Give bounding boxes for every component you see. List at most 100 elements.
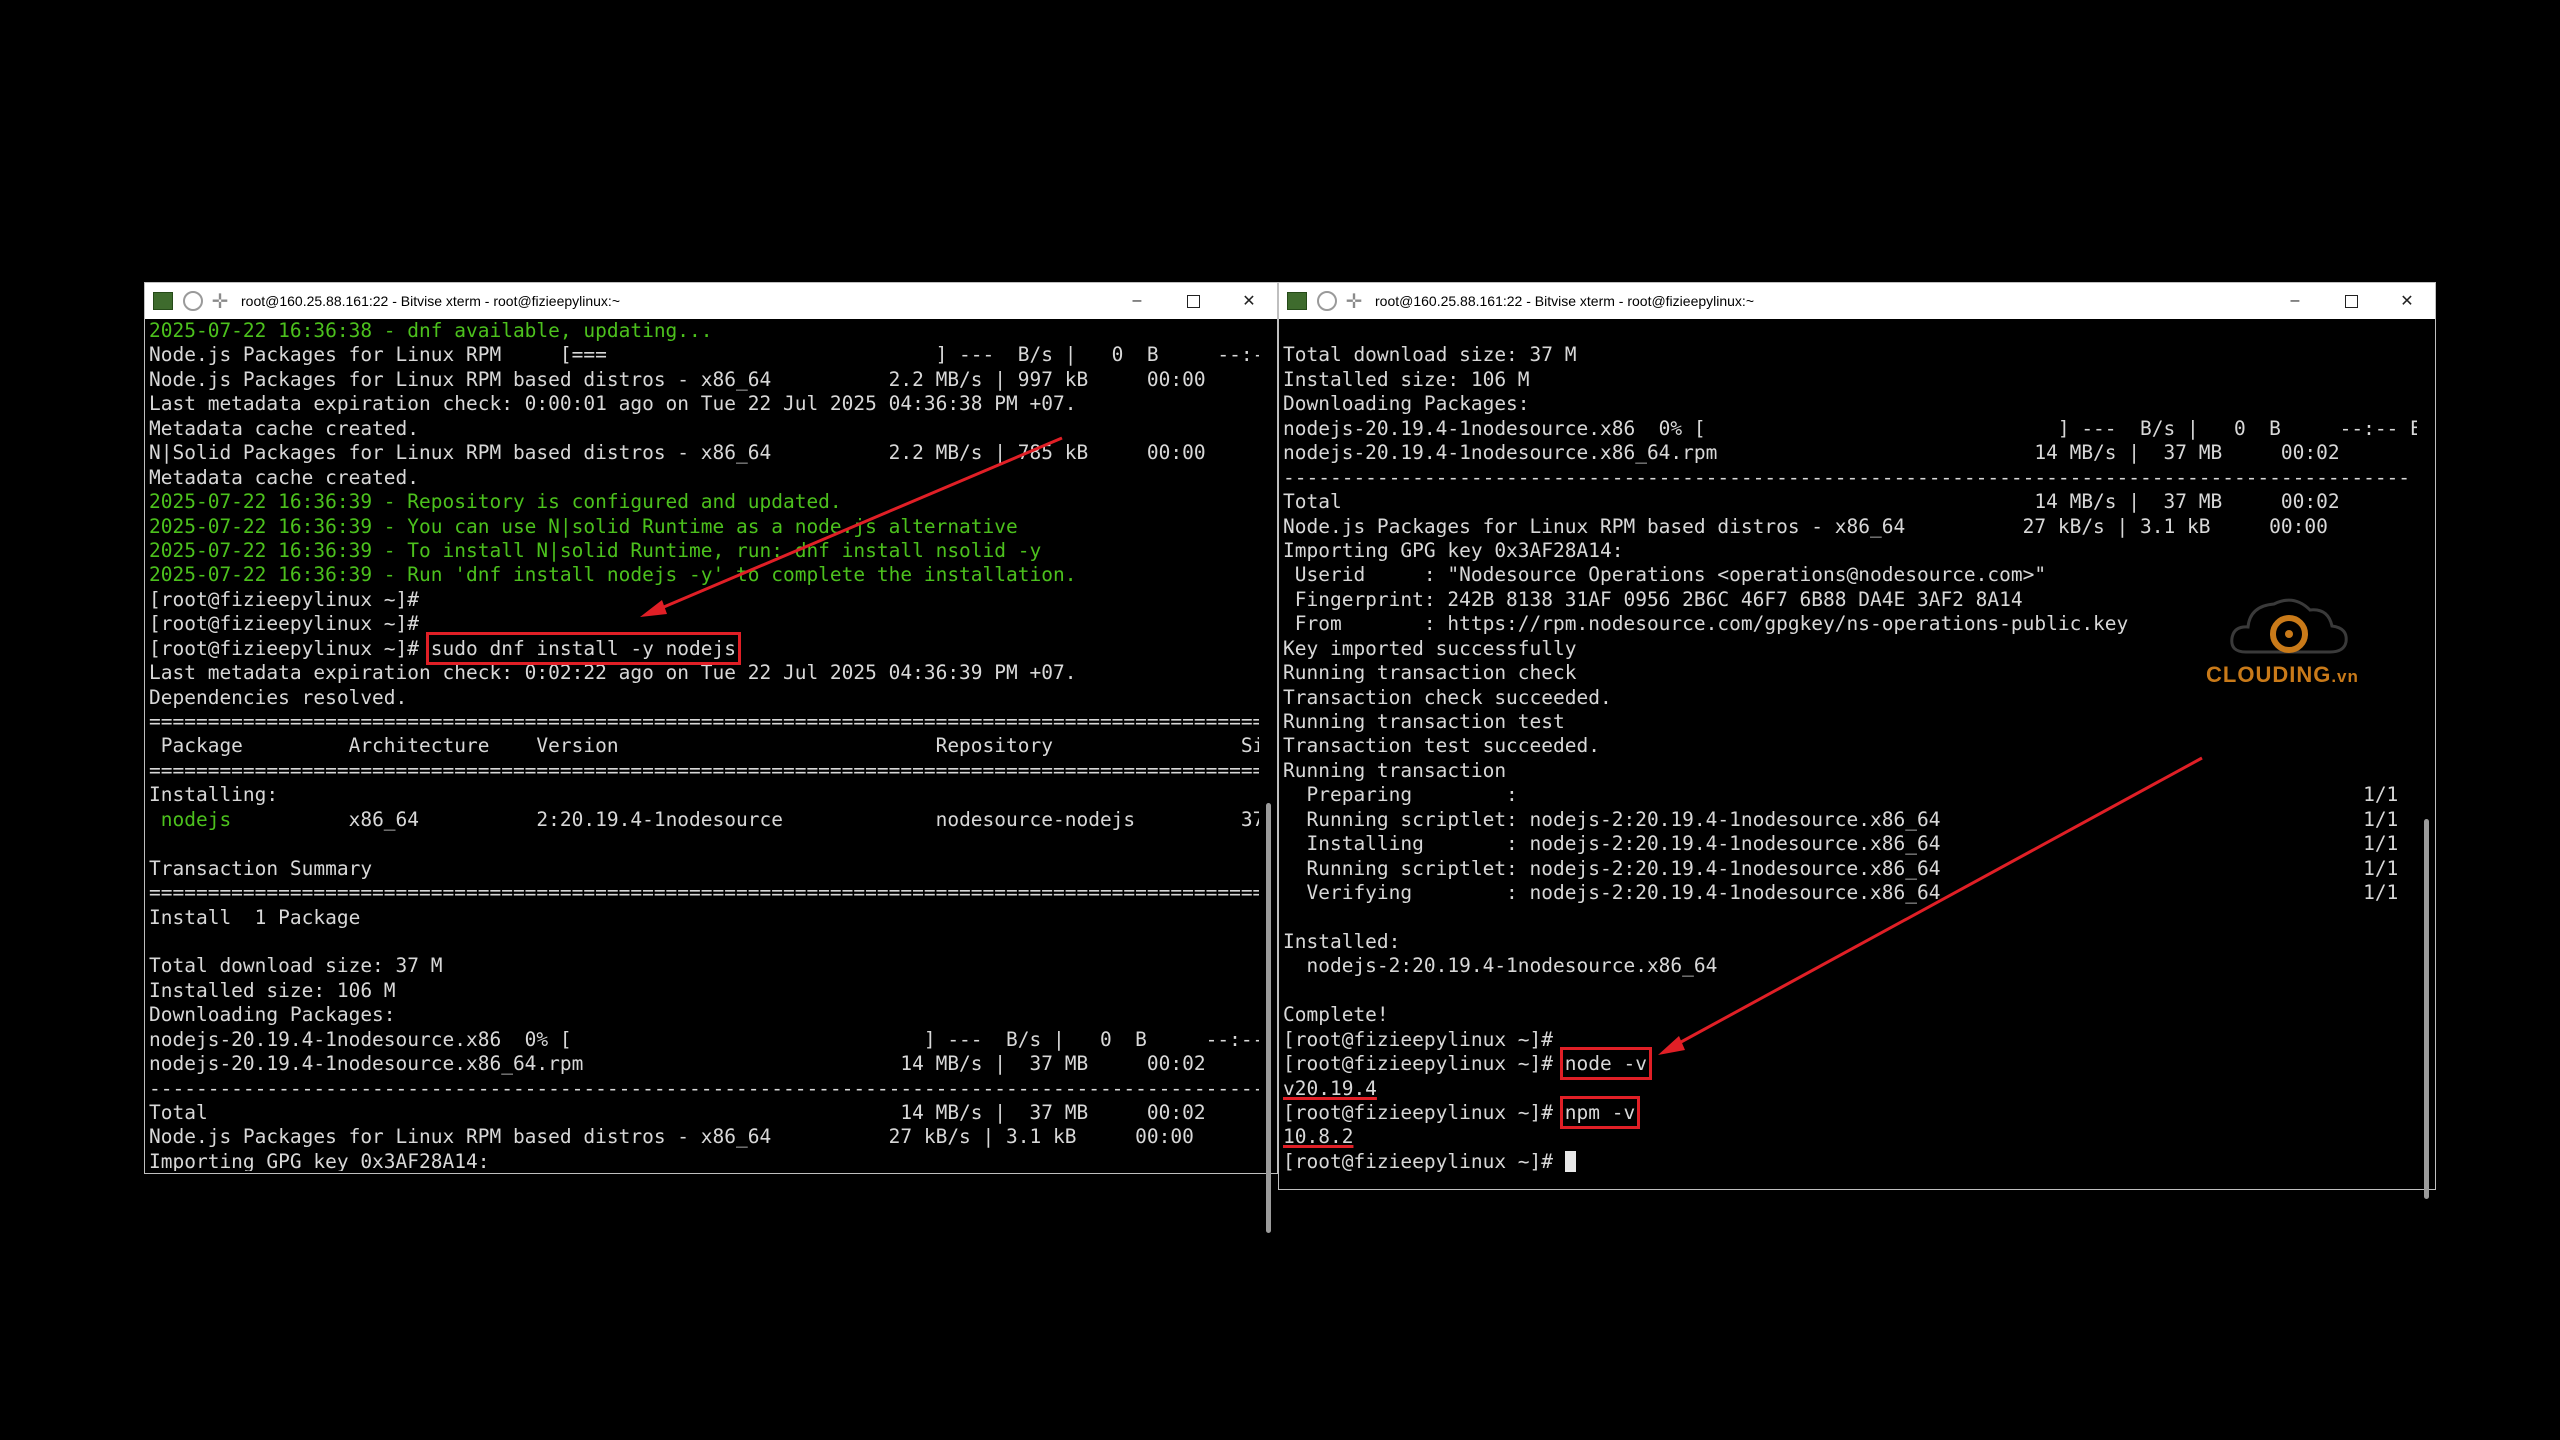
line-text: Last metadata expiration check: 0:00:01 …	[149, 392, 1077, 416]
terminal-app-icon[interactable]	[1287, 292, 1307, 310]
maximize-button[interactable]	[2323, 283, 2379, 319]
line-text: Preparing : 1/1	[1283, 783, 2399, 807]
terminal-line: Total 14 MB/s | 37 MB 00:02	[1283, 490, 2417, 514]
settings-gear-icon[interactable]	[1317, 291, 1337, 311]
line-text: Dependencies resolved.	[149, 685, 408, 709]
terminal-window-left[interactable]: ✛ root@160.25.88.161:22 - Bitvise xterm …	[144, 282, 1278, 1233]
terminal-line: [root@fizieepylinux ~]# node -v	[1283, 1047, 2417, 1081]
terminal-line: Node.js Packages for Linux RPM based dis…	[149, 368, 1259, 392]
window-controls: – ✕	[1109, 283, 1277, 319]
terminal-line: ========================================…	[149, 881, 1259, 905]
terminal-line: Downloading Packages:	[1283, 392, 2417, 416]
terminal-line: ========================================…	[149, 759, 1259, 783]
line-text: Node.js Packages for Linux RPM based dis…	[1283, 514, 2328, 538]
terminal-line: 2025-07-22 16:36:39 - Repository is conf…	[149, 490, 1259, 514]
title-bar[interactable]: ✛ root@160.25.88.161:22 - Bitvise xterm …	[1279, 283, 2435, 319]
line-text: [root@fizieepylinux ~]#	[1283, 1027, 1554, 1051]
line-text: nodejs-20.19.4-1nodesource.x86 0% [ ] --…	[1283, 416, 2417, 440]
terminal-window-right[interactable]: ✛ root@160.25.88.161:22 - Bitvise xterm …	[1278, 282, 2436, 1199]
terminal-line: 10.8.2	[1283, 1125, 2417, 1149]
line-text: Running transaction	[1283, 758, 1507, 782]
line-text: Verifying : nodejs-2:20.19.4-1nodesource…	[1283, 881, 2399, 905]
title-bar[interactable]: ✛ root@160.25.88.161:22 - Bitvise xterm …	[145, 283, 1277, 319]
line-text: From : https://rpm.nodesource.com/gpgkey…	[1283, 612, 2129, 636]
scrollbar-thumb[interactable]	[1266, 803, 1271, 1233]
terminal-output[interactable]: Total download size: 37 M Installed size:…	[1283, 319, 2417, 1187]
terminal-line: Transaction Summary	[149, 857, 1259, 881]
logo-brand: CLOUDING	[2206, 662, 2332, 687]
settings-gear-icon[interactable]	[183, 291, 203, 311]
close-button[interactable]: ✕	[1221, 283, 1277, 319]
terminal-line: [root@fizieepylinux ~]#	[1283, 1150, 2417, 1174]
terminal-line: N|Solid Packages for Linux RPM based dis…	[149, 441, 1259, 465]
line-text: nodejs-20.19.4-1nodesource.x86 0% [ ] --…	[149, 1027, 1259, 1051]
terminal-line: Install 1 Package	[149, 906, 1259, 930]
terminal-line: Metadata cache created.	[149, 466, 1259, 490]
terminal-line: Importing GPG key 0x3AF28A14:	[149, 1150, 1259, 1171]
line-text: Total download size: 37 M	[1283, 343, 1577, 367]
move-icon[interactable]: ✛	[1343, 290, 1365, 313]
terminal-line: Dependencies resolved.	[149, 686, 1259, 710]
minimize-button[interactable]: –	[1109, 283, 1165, 319]
terminal-line: Transaction test succeeded.	[1283, 734, 2417, 758]
scrollbar[interactable]	[2421, 319, 2433, 1199]
line-text: [root@fizieepylinux ~]#	[149, 587, 420, 611]
line-text: Node.js Packages for Linux RPM based dis…	[149, 1125, 1194, 1149]
terminal-line: Last metadata expiration check: 0:02:22 …	[149, 661, 1259, 685]
terminal-app-icon[interactable]	[153, 292, 173, 310]
line-text: ----------------------------------------…	[149, 1076, 1259, 1100]
window-title: root@160.25.88.161:22 - Bitvise xterm - …	[1375, 293, 1754, 309]
terminal-output[interactable]: 2025-07-22 16:36:38 - dnf available, upd…	[149, 319, 1259, 1171]
line-text: ========================================…	[149, 710, 1259, 733]
package-name: nodejs	[149, 807, 232, 831]
highlighted-command: npm -v	[1559, 1096, 1641, 1129]
line-text: Transaction test succeeded.	[1283, 734, 1600, 758]
scrollbar[interactable]	[1263, 319, 1275, 1233]
close-button[interactable]: ✕	[2379, 283, 2435, 319]
line-text: Node.js Packages for Linux RPM based dis…	[149, 367, 1206, 391]
maximize-button[interactable]	[1165, 283, 1221, 319]
terminal-line: Node.js Packages for Linux RPM [=== ] --…	[149, 343, 1259, 367]
line-text: 2025-07-22 16:36:39 - You can use N|soli…	[149, 514, 1018, 538]
terminal-line: Running transaction	[1283, 759, 2417, 783]
terminal-line: Total download size: 37 M	[149, 954, 1259, 978]
terminal-line: Running scriptlet: nodejs-2:20.19.4-1nod…	[1283, 808, 2417, 832]
line-text: nodejs-2:20.19.4-1nodesource.x86_64	[1283, 954, 1718, 978]
terminal-line: nodejs-20.19.4-1nodesource.x86_64.rpm 14…	[1283, 441, 2417, 465]
terminal-line: 2025-07-22 16:36:39 - You can use N|soli…	[149, 515, 1259, 539]
highlighted-command: node -v	[1559, 1047, 1652, 1081]
line-text: Installed size: 106 M	[1283, 367, 1530, 391]
maximize-icon	[2344, 294, 2358, 308]
terminal-line: Importing GPG key 0x3AF28A14:	[1283, 539, 2417, 563]
line-text: [root@fizieepylinux ~]#	[1283, 1149, 1565, 1173]
line-text: [root@fizieepylinux ~]#	[1283, 1052, 1565, 1076]
line-text: 2025-07-22 16:36:39 - Run 'dnf install n…	[149, 563, 1077, 587]
line-text: [root@fizieepylinux ~]#	[149, 636, 431, 660]
terminal-line: Total download size: 37 M	[1283, 343, 2417, 367]
line-text: 2025-07-22 16:36:39 - To install N|solid…	[149, 538, 1042, 562]
minimize-button[interactable]: –	[2267, 283, 2323, 319]
terminal-line: ----------------------------------------…	[149, 1077, 1259, 1101]
line-text: N|Solid Packages for Linux RPM based dis…	[149, 441, 1206, 465]
terminal-line: Running scriptlet: nodejs-2:20.19.4-1nod…	[1283, 857, 2417, 881]
maximize-icon	[1186, 294, 1200, 308]
terminal-line: [root@fizieepylinux ~]# npm -v	[1283, 1096, 2417, 1129]
clouding-logo: CLOUDING.vn	[2206, 590, 2386, 700]
line-text: Key imported successfully	[1283, 636, 1577, 660]
terminal-line: Preparing : 1/1	[1283, 783, 2417, 807]
terminal-line: [root@fizieepylinux ~]#	[149, 588, 1259, 612]
line-text: ========================================…	[149, 758, 1259, 782]
terminal-cursor[interactable]	[1564, 1150, 1576, 1172]
terminal-line: Userid : "Nodesource Operations <operati…	[1283, 563, 2417, 587]
move-icon[interactable]: ✛	[209, 290, 231, 313]
scrollbar-thumb[interactable]	[2424, 819, 2429, 1199]
line-text: [root@fizieepylinux ~]#	[1283, 1101, 1565, 1124]
line-text: Importing GPG key 0x3AF28A14:	[1283, 538, 1624, 562]
line-text: 2025-07-22 16:36:38 - dnf available, upd…	[149, 319, 713, 342]
terminal-line: nodejs-20.19.4-1nodesource.x86_64.rpm 14…	[149, 1052, 1259, 1076]
line-text: Metadata cache created.	[149, 416, 420, 440]
terminal-line: Node.js Packages for Linux RPM based dis…	[1283, 515, 2417, 539]
